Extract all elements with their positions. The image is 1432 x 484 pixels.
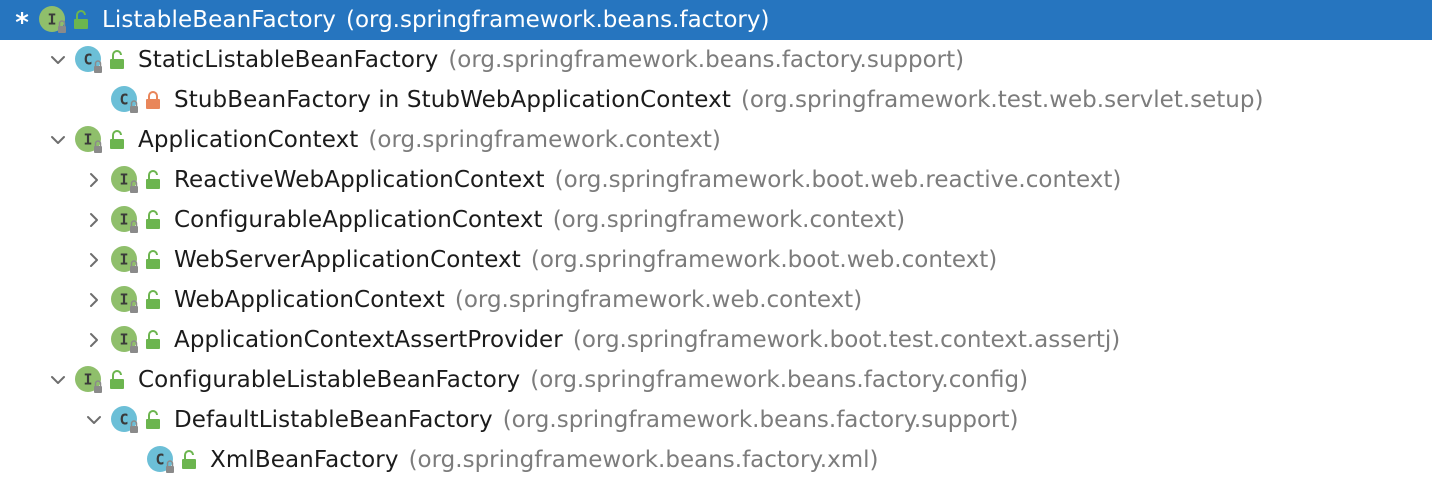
public-lock-icon [110, 130, 124, 149]
svg-text:C: C [119, 91, 128, 109]
package-name: (org.springframework.boot.test.context.a… [572, 327, 1121, 353]
chevron-right-icon[interactable] [80, 280, 108, 320]
interface-icon: I [111, 166, 138, 193]
package-name: (org.springframework.beans.factory) [345, 7, 770, 33]
svg-text:C: C [119, 411, 128, 429]
public-lock-icon [146, 330, 160, 349]
chevron-down-icon[interactable] [44, 120, 72, 160]
public-lock-icon [110, 50, 124, 69]
package-name: (org.springframework.context) [552, 207, 906, 233]
chevron-down-icon[interactable] [80, 400, 108, 440]
type-name: ApplicationContextAssertProvider [174, 327, 563, 353]
tree-row[interactable]: C StubBeanFactory in StubWebApplicationCo… [0, 80, 1432, 120]
class-icon: C [75, 46, 102, 73]
tree-row[interactable]: C StaticListableBeanFactory (org.springfra… [0, 40, 1432, 80]
star-glyph: * [15, 8, 29, 38]
tree-row[interactable]: I WebServerApplicationContext (org.springf… [0, 240, 1432, 280]
package-name: (org.springframework.beans.factory.suppo… [502, 407, 1019, 433]
toggle-placeholder [80, 80, 108, 120]
package-name: (org.springframework.boot.web.reactive.c… [554, 167, 1122, 193]
public-lock-icon [146, 250, 160, 269]
svg-text:I: I [119, 171, 128, 189]
star-icon: * [8, 0, 36, 40]
public-lock-icon [74, 10, 88, 29]
hierarchy-tree: * I ListableBeanFactory (org.springframewor… [0, 0, 1432, 484]
interface-icon: I [111, 286, 138, 313]
svg-text:I: I [83, 371, 92, 389]
tree-row[interactable]: I ConfigurableListableBeanFactory (org.spr… [0, 360, 1432, 400]
class-icon: C [111, 86, 138, 113]
chevron-right-icon[interactable] [80, 240, 108, 280]
toggle-placeholder [116, 440, 144, 480]
type-name: ReactiveWebApplicationContext [174, 167, 545, 193]
type-name: StaticListableBeanFactory [138, 47, 439, 73]
package-name: (org.springframework.test.web.servlet.se… [740, 87, 1264, 113]
tree-row[interactable]: I WebApplicationContext (org.springframewo… [0, 280, 1432, 320]
type-name: ApplicationContext [138, 127, 359, 153]
type-name: ConfigurableListableBeanFactory [138, 367, 521, 393]
svg-text:C: C [155, 451, 164, 469]
tree-row[interactable]: I ApplicationContextAssertProvider (org.sp… [0, 320, 1432, 360]
svg-text:I: I [47, 11, 56, 29]
type-name: StubBeanFactory in StubWebApplicationCon… [174, 87, 731, 113]
package-name: (org.springframework.beans.factory.xml) [408, 447, 879, 473]
tree-row[interactable]: C DefaultListableBeanFactory (org.springfr… [0, 400, 1432, 440]
public-lock-icon [182, 450, 196, 469]
chevron-down-icon[interactable] [44, 40, 72, 80]
interface-icon: I [111, 246, 138, 273]
class-icon: C [111, 406, 138, 433]
public-lock-icon [110, 370, 124, 389]
private-lock-icon [146, 91, 160, 109]
type-name: XmlBeanFactory [210, 447, 399, 473]
tree-row[interactable]: I ReactiveWebApplicationContext (org.sprin… [0, 160, 1432, 200]
chevron-down-icon[interactable] [44, 360, 72, 400]
svg-text:I: I [119, 291, 128, 309]
package-name: (org.springframework.beans.factory.suppo… [448, 47, 965, 73]
interface-icon: I [111, 326, 138, 353]
svg-text:I: I [119, 211, 128, 229]
tree-row[interactable]: I ApplicationContext (org.springframework.… [0, 120, 1432, 160]
interface-icon: I [39, 6, 66, 33]
package-name: (org.springframework.beans.factory.confi… [530, 367, 1029, 393]
tree-row[interactable]: C XmlBeanFactory (org.springframework.bean… [0, 440, 1432, 480]
chevron-right-icon[interactable] [80, 200, 108, 240]
tree-row[interactable]: * I ListableBeanFactory (org.springframewor… [0, 0, 1432, 40]
svg-text:I: I [119, 331, 128, 349]
package-name: (org.springframework.web.context) [454, 287, 863, 313]
interface-icon: I [75, 126, 102, 153]
interface-icon: I [75, 366, 102, 393]
type-name: WebApplicationContext [174, 287, 445, 313]
class-icon: C [147, 446, 174, 473]
svg-text:I: I [119, 251, 128, 269]
public-lock-icon [146, 210, 160, 229]
public-lock-icon [146, 170, 160, 189]
svg-text:C: C [83, 51, 92, 69]
interface-icon: I [111, 206, 138, 233]
type-name: ConfigurableApplicationContext [174, 207, 543, 233]
svg-text:I: I [83, 131, 92, 149]
package-name: (org.springframework.boot.web.context) [530, 247, 998, 273]
type-name: DefaultListableBeanFactory [174, 407, 493, 433]
chevron-right-icon[interactable] [80, 320, 108, 360]
type-name: WebServerApplicationContext [174, 247, 521, 273]
chevron-right-icon[interactable] [80, 160, 108, 200]
public-lock-icon [146, 290, 160, 309]
type-name: ListableBeanFactory [102, 7, 336, 33]
tree-row[interactable]: I ConfigurableApplicationContext (org.spri… [0, 200, 1432, 240]
package-name: (org.springframework.context) [368, 127, 721, 153]
public-lock-icon [146, 410, 160, 429]
